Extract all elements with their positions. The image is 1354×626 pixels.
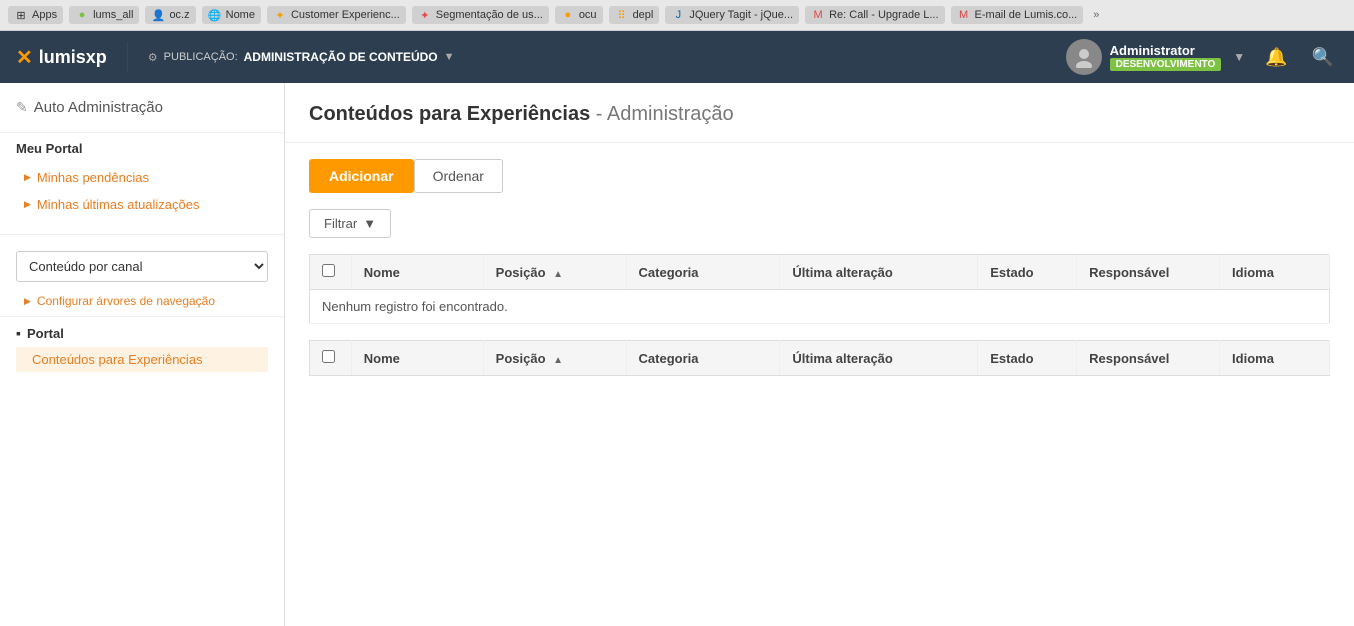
table-header-row: Nome Posição ▲ Categoria Última alteraçã…	[310, 255, 1330, 290]
tab-ocz[interactable]: 👤 oc.z	[145, 6, 195, 24]
col-header-checkbox	[310, 255, 352, 290]
tab-jquery[interactable]: J JQuery Tagit - jQue...	[665, 6, 799, 24]
posicao-label: Posição	[496, 265, 546, 280]
ocz-icon: 👤	[151, 8, 165, 22]
data-table-bottom: Nome Posição ▲ Categoria Última alteraçã…	[309, 340, 1330, 376]
col-header-estado[interactable]: Estado	[978, 255, 1077, 290]
coin-icon: ●	[561, 8, 575, 22]
notifications-button[interactable]: 🔔	[1261, 43, 1291, 72]
bookmark-icon: ✦	[418, 8, 432, 22]
logo-text: lumisxp	[39, 47, 107, 68]
sidebar-channel-select-wrap: Conteúdo por canal Conteúdo por tipo	[0, 243, 284, 290]
order-button[interactable]: Ordenar	[414, 159, 503, 193]
page-header: Conteúdos para Experiências - Administra…	[285, 83, 1354, 143]
tag-icon: ⠿	[615, 8, 629, 22]
sidebar-section-meu-portal: Meu Portal Minhas pendências Minhas últi…	[0, 124, 284, 226]
col-header-ultima-bot[interactable]: Última alteração	[780, 341, 978, 376]
sidebar-link-pendencias[interactable]: Minhas pendências	[0, 164, 284, 191]
add-button[interactable]: Adicionar	[309, 159, 414, 193]
tab-nome[interactable]: 🌐 Nome	[202, 6, 261, 24]
tab-email1[interactable]: M Re: Call - Upgrade L...	[805, 6, 944, 24]
content-area: Adicionar Ordenar Filtrar ▼	[285, 143, 1354, 392]
col-header-checkbox-bot	[310, 341, 352, 376]
col-header-responsavel-bot[interactable]: Responsável	[1077, 341, 1220, 376]
col-header-categoria-bot[interactable]: Categoria	[626, 341, 780, 376]
logo[interactable]: ✕ lumisxp	[16, 45, 107, 70]
tab-ocu[interactable]: ● ocu	[555, 6, 603, 24]
col-header-categoria[interactable]: Categoria	[626, 255, 780, 290]
user-name: Administrator	[1110, 43, 1222, 58]
col-header-posicao-bot[interactable]: Posição ▲	[483, 341, 626, 376]
sidebar-section-meu-portal-title: Meu Portal	[0, 132, 284, 164]
user-avatar	[1066, 39, 1102, 75]
user-env-badge: DESENVOLVIMENTO	[1110, 58, 1222, 71]
col-header-nome-bot[interactable]: Nome	[351, 341, 483, 376]
action-buttons: Adicionar Ordenar	[309, 159, 1330, 193]
select-all-checkbox-bot[interactable]	[322, 350, 335, 363]
nav-divider	[127, 42, 128, 72]
col-header-estado-bot[interactable]: Estado	[978, 341, 1077, 376]
lums-icon: ●	[75, 8, 89, 22]
filter-bar: Filtrar ▼	[309, 209, 1330, 238]
filter-label: Filtrar	[324, 216, 357, 231]
sidebar: Auto Administração Meu Portal Minhas pen…	[0, 83, 285, 626]
col-header-ultima[interactable]: Última alteração	[780, 255, 978, 290]
top-navigation: ✕ lumisxp ⚙ PUBLICAÇÃO: ADMINISTRAÇÃO DE…	[0, 31, 1354, 83]
nav-right-area: Administrator DESENVOLVIMENTO ▼ 🔔 🔍	[1066, 39, 1338, 75]
sort-asc-icon: ▲	[553, 269, 563, 280]
page-title-main: Conteúdos para Experiências	[309, 103, 590, 125]
select-all-checkbox[interactable]	[322, 264, 335, 277]
page-title: Conteúdos para Experiências - Administra…	[309, 103, 1330, 126]
tab-email2[interactable]: M E-mail de Lumis.co...	[951, 6, 1084, 24]
user-menu[interactable]: Administrator DESENVOLVIMENTO ▼	[1066, 39, 1246, 75]
sidebar-config-link[interactable]: Configurar árvores de navegação	[0, 290, 284, 316]
logo-icon: ✕	[16, 45, 33, 70]
more-tabs-icon[interactable]: »	[1093, 9, 1099, 21]
empty-message: Nenhum registro foi encontrado.	[310, 290, 1330, 324]
col-header-posicao[interactable]: Posição ▲	[483, 255, 626, 290]
tab-segmentacao[interactable]: ✦ Segmentação de us...	[412, 6, 549, 24]
globe-icon: 🌐	[208, 8, 222, 22]
user-info: Administrator DESENVOLVIMENTO	[1110, 43, 1222, 71]
filter-button[interactable]: Filtrar ▼	[309, 209, 391, 238]
pub-label: PUBLICAÇÃO:	[164, 51, 238, 63]
sidebar-title: Auto Administração	[0, 83, 284, 124]
posicao-label-bot: Posição	[496, 351, 546, 366]
sidebar-portal-title: Portal	[16, 325, 268, 341]
user-dropdown-icon[interactable]: ▼	[1233, 50, 1245, 64]
col-header-idioma[interactable]: Idioma	[1220, 255, 1330, 290]
tab-depl[interactable]: ⠿ depl	[609, 6, 660, 24]
gmail2-icon: M	[957, 8, 971, 22]
channel-select[interactable]: Conteúdo por canal Conteúdo por tipo	[16, 251, 268, 282]
sort-asc-icon-bot: ▲	[553, 355, 563, 366]
jquery-icon: J	[671, 8, 685, 22]
sidebar-link-atualizacoes[interactable]: Minhas últimas atualizações	[0, 191, 284, 218]
table-header-row-bottom: Nome Posição ▲ Categoria Última alteraçã…	[310, 341, 1330, 376]
sidebar-portal-section: Portal Conteúdos para Experiências	[0, 316, 284, 380]
main-content: Conteúdos para Experiências - Administra…	[285, 83, 1354, 626]
col-header-idioma-bot[interactable]: Idioma	[1220, 341, 1330, 376]
pub-icon: ⚙	[148, 51, 158, 64]
publication-area: ⚙ PUBLICAÇÃO: ADMINISTRAÇÃO DE CONTEÚDO …	[148, 50, 455, 64]
search-button[interactable]: 🔍	[1308, 43, 1338, 72]
tab-customer[interactable]: ✦ Customer Experienc...	[267, 6, 406, 24]
tab-apps[interactable]: ⊞ Apps	[8, 6, 63, 24]
pub-dropdown-icon[interactable]: ▼	[444, 51, 455, 63]
data-table-top: Nome Posição ▲ Categoria Última alteraçã…	[309, 254, 1330, 324]
sidebar-portal-active-item[interactable]: Conteúdos para Experiências	[16, 347, 268, 372]
apps-grid-icon: ⊞	[14, 8, 28, 22]
page-title-subtitle: - Administração	[596, 103, 734, 125]
main-layout: Auto Administração Meu Portal Minhas pen…	[0, 83, 1354, 626]
browser-tab-bar: ⊞ Apps ● lums_all 👤 oc.z 🌐 Nome ✦ Custom…	[0, 0, 1354, 31]
tab-lums[interactable]: ● lums_all	[69, 6, 139, 24]
gmail-icon: M	[811, 8, 825, 22]
pub-value: ADMINISTRAÇÃO DE CONTEÚDO	[244, 50, 438, 64]
col-header-nome[interactable]: Nome	[351, 255, 483, 290]
filter-dropdown-icon: ▼	[363, 216, 376, 231]
empty-row: Nenhum registro foi encontrado.	[310, 290, 1330, 324]
col-header-responsavel[interactable]: Responsável	[1077, 255, 1220, 290]
star-icon: ✦	[273, 8, 287, 22]
